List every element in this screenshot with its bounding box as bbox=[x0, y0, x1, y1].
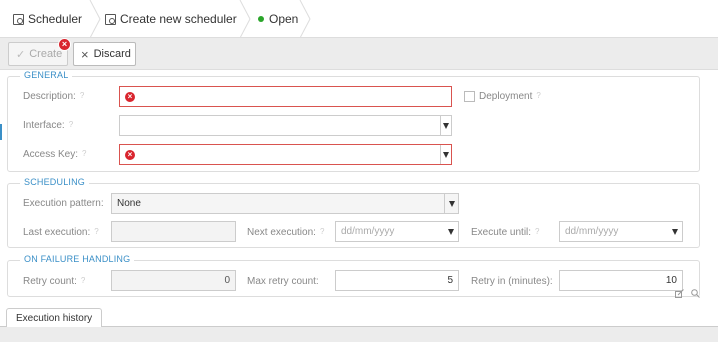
side-indicator bbox=[0, 124, 2, 140]
discard-button[interactable]: × Discard bbox=[73, 42, 136, 66]
help-icon: ? bbox=[82, 149, 87, 158]
execution-pattern-label: Execution pattern: bbox=[23, 198, 104, 209]
max-retry-count-value: 5 bbox=[447, 275, 453, 286]
next-execution-label: Next execution:? bbox=[247, 227, 325, 238]
last-execution-field bbox=[111, 221, 236, 242]
dropdown-arrow-icon bbox=[443, 152, 449, 158]
scheduler-icon bbox=[105, 13, 116, 25]
close-icon: × bbox=[81, 46, 89, 62]
next-execution-date-input[interactable]: dd/mm/yyyy bbox=[335, 221, 459, 242]
bottom-tab-bar bbox=[0, 326, 718, 342]
tab-scheduler[interactable]: Scheduler bbox=[13, 0, 82, 38]
breadcrumb-separator bbox=[239, 0, 251, 38]
tab-create-new-scheduler[interactable]: Create new scheduler bbox=[105, 0, 237, 38]
help-icon: ? bbox=[536, 91, 541, 100]
error-icon: × bbox=[125, 149, 135, 160]
check-icon: ✓ bbox=[16, 48, 26, 61]
help-icon: ? bbox=[80, 276, 86, 285]
dropdown-arrow-icon bbox=[443, 123, 449, 129]
max-retry-count-input[interactable]: 5 bbox=[335, 270, 459, 291]
error-icon: × bbox=[125, 91, 135, 102]
help-icon: ? bbox=[535, 227, 540, 236]
execute-until-date-input[interactable]: dd/mm/yyyy bbox=[559, 221, 683, 242]
deployment-checkbox[interactable] bbox=[464, 91, 475, 102]
execution-pattern-value: None bbox=[117, 198, 141, 209]
help-icon: ? bbox=[79, 91, 85, 100]
general-legend: GENERAL bbox=[20, 70, 73, 80]
retry-count-value: 0 bbox=[224, 275, 230, 286]
retry-count-field: 0 bbox=[111, 270, 236, 291]
error-badge-icon: × bbox=[58, 38, 71, 51]
toolbar: ✓ Create × × Discard bbox=[0, 38, 718, 70]
deployment-label: Deployment? bbox=[479, 91, 541, 102]
tab-open-label: Open bbox=[269, 12, 299, 26]
interface-label: Interface:? bbox=[23, 120, 74, 131]
tab-scheduler-label: Scheduler bbox=[28, 12, 83, 26]
breadcrumb-tabs: Scheduler Create new scheduler Open bbox=[0, 0, 718, 38]
help-icon: ? bbox=[68, 120, 74, 129]
dropdown-arrow-icon bbox=[449, 201, 455, 207]
execution-pattern-select[interactable]: None bbox=[111, 193, 459, 214]
access-key-select[interactable]: × bbox=[119, 144, 452, 165]
failure-legend: ON FAILURE HANDLING bbox=[20, 254, 135, 264]
breadcrumb-separator bbox=[89, 0, 101, 38]
tab-open[interactable]: Open bbox=[258, 0, 298, 38]
scheduler-icon bbox=[13, 13, 24, 25]
status-dot-icon bbox=[258, 16, 264, 22]
retry-in-minutes-value: 10 bbox=[665, 275, 677, 286]
next-execution-placeholder: dd/mm/yyyy bbox=[341, 226, 395, 237]
edit-icon[interactable] bbox=[675, 289, 684, 298]
search-icon[interactable] bbox=[691, 289, 700, 298]
execute-until-label: Execute until:? bbox=[471, 227, 540, 238]
retry-count-label: Retry count:? bbox=[23, 276, 86, 287]
tab-create-label: Create new scheduler bbox=[120, 12, 237, 26]
breadcrumb-separator bbox=[299, 0, 311, 38]
discard-button-label: Discard bbox=[93, 48, 131, 60]
max-retry-count-label: Max retry count: bbox=[247, 276, 319, 287]
retry-in-minutes-input[interactable]: 10 bbox=[559, 270, 683, 291]
dropdown-arrow-icon bbox=[672, 229, 678, 235]
tab-execution-history[interactable]: Execution history bbox=[6, 308, 103, 327]
description-input[interactable]: × bbox=[119, 86, 452, 107]
execution-history-label: Execution history bbox=[16, 312, 93, 324]
create-button-label: Create bbox=[29, 48, 63, 60]
retry-in-minutes-label: Retry in (minutes): bbox=[471, 276, 553, 287]
last-execution-label: Last execution:? bbox=[23, 227, 99, 238]
help-icon: ? bbox=[319, 227, 325, 236]
execute-until-placeholder: dd/mm/yyyy bbox=[565, 226, 619, 237]
help-icon: ? bbox=[94, 227, 99, 236]
scheduling-legend: SCHEDULING bbox=[20, 177, 90, 187]
description-label: Description:? bbox=[23, 91, 85, 102]
access-key-label: Access Key:? bbox=[23, 149, 87, 160]
dropdown-arrow-icon bbox=[448, 229, 454, 235]
interface-select[interactable] bbox=[119, 115, 452, 136]
